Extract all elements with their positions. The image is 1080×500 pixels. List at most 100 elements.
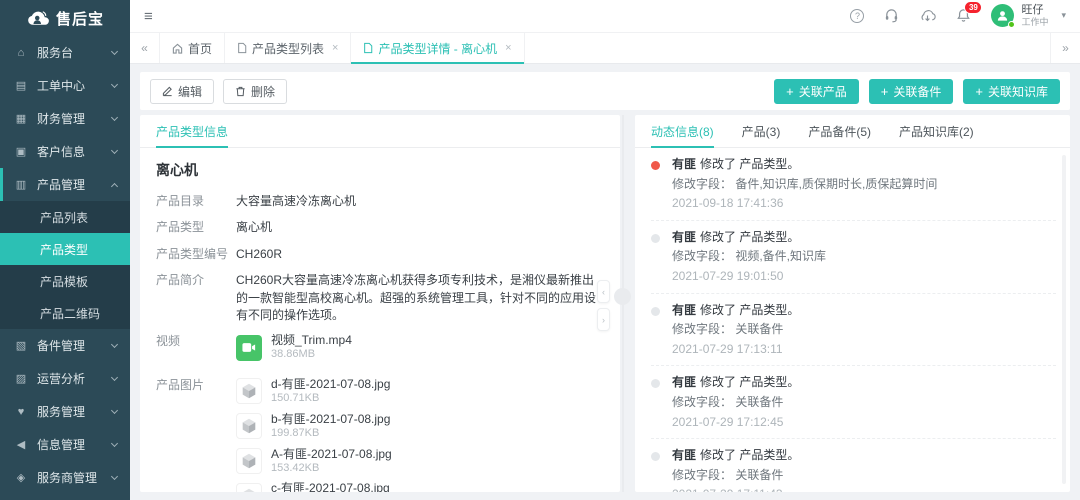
- sidebar-item-label: 备件管理: [37, 337, 103, 354]
- sidebar-item-work-order[interactable]: ▤ 工单中心: [0, 69, 130, 102]
- customer-service-icon[interactable]: [884, 8, 899, 23]
- sidebar-item-product-qrcode[interactable]: 产品二维码: [0, 297, 130, 329]
- delete-button[interactable]: 删除: [223, 79, 287, 104]
- tab-spare-parts[interactable]: 产品备件(5): [808, 115, 871, 147]
- chevron-down-icon: [111, 81, 118, 88]
- activity-action: 修改了 产品类型。: [700, 375, 799, 389]
- app-logo[interactable]: 售后宝: [0, 0, 130, 36]
- activity-action: 修改了 产品类型。: [700, 157, 799, 171]
- tab-label: 首页: [188, 40, 212, 57]
- cloud-download-icon[interactable]: [919, 9, 936, 23]
- activity-entry: 有匪修改了 产品类型。 修改字段： 关联备件 2021-07-29 17:11:…: [651, 439, 1056, 492]
- edit-button[interactable]: 编辑: [150, 79, 214, 104]
- collapse-right-button[interactable]: ›: [597, 308, 610, 331]
- close-tab-icon[interactable]: ×: [505, 42, 511, 54]
- field-label: 视频: [156, 333, 236, 368]
- edit-button-label: 编辑: [178, 83, 202, 100]
- sidebar-item-service-desk[interactable]: ⌂ 服务台: [0, 36, 130, 69]
- field-label: 产品类型编号: [156, 246, 236, 263]
- notification-badge: 39: [964, 1, 982, 14]
- sidebar-item-label: 服务台: [37, 44, 103, 61]
- sidebar: 售后宝 ⌂ 服务台 ▤ 工单中心 ▦ 财务管理 ▣ 客户信息 ▥ 产品管理: [0, 0, 130, 500]
- timeline-dot-icon: [651, 161, 660, 170]
- collapse-left-button[interactable]: ‹: [597, 280, 610, 303]
- notification-bell-icon[interactable]: 39: [956, 8, 971, 23]
- image-file-item[interactable]: A-有匪-2021-07-08.jpg 153.42KB: [236, 447, 604, 476]
- sidebar-item-customer-info[interactable]: ▣ 客户信息: [0, 135, 130, 168]
- file-name: d-有匪-2021-07-08.jpg: [271, 377, 390, 392]
- plus-icon: +: [975, 85, 983, 98]
- tab-activity-feed[interactable]: 动态信息(8): [651, 115, 714, 147]
- chevron-down-icon: [111, 114, 118, 121]
- activity-entry-text: 有匪修改了 产品类型。: [672, 230, 826, 246]
- plus-icon: +: [786, 85, 794, 98]
- activity-entry: 有匪修改了 产品类型。 修改字段： 视频,备件,知识库 2021-07-29 1…: [651, 221, 1056, 294]
- online-status-dot: [1008, 21, 1015, 28]
- chevron-down-icon: [111, 341, 118, 348]
- file-size: 199.87KB: [271, 427, 390, 441]
- field-product-type-code: 产品类型编号 CH260R: [156, 246, 604, 263]
- tab-label: 产品类型详情 - 离心机: [378, 40, 497, 57]
- help-icon[interactable]: ?: [850, 9, 864, 23]
- customer-info-icon: ▣: [14, 145, 28, 158]
- feed-scrollbar[interactable]: [1062, 155, 1066, 484]
- sidebar-item-finance[interactable]: ▦ 财务管理: [0, 102, 130, 135]
- tab-home[interactable]: 首页: [160, 33, 225, 63]
- tab-products[interactable]: 产品(3): [742, 115, 781, 147]
- video-file-icon: [236, 335, 262, 361]
- document-icon: [237, 42, 247, 54]
- sidebar-item-provider-management[interactable]: ◈ 服务商管理: [0, 461, 130, 494]
- link-product-button[interactable]: + 关联产品: [774, 79, 859, 104]
- collapse-menu-icon[interactable]: ≡: [144, 8, 153, 25]
- activity-changed-fields: 修改字段： 关联备件: [672, 395, 799, 411]
- document-icon: [363, 42, 373, 54]
- activity-changed-fields: 修改字段： 关联备件: [672, 322, 799, 338]
- finance-icon: ▦: [14, 112, 28, 125]
- activity-action: 修改了 产品类型。: [700, 448, 799, 462]
- avatar: [991, 4, 1014, 27]
- tabs-scroll-left-icon[interactable]: «: [130, 33, 160, 63]
- plus-icon: +: [881, 85, 889, 98]
- tab-knowledge-base[interactable]: 产品知识库(2): [899, 115, 974, 147]
- field-label: 产品图片: [156, 377, 236, 492]
- tab-label: 产品类型列表: [252, 40, 324, 57]
- field-product-catalog: 产品目录 大容量高速冷冻离心机: [156, 193, 604, 210]
- chevron-down-icon: ▾: [1061, 10, 1066, 21]
- image-file-item[interactable]: c-有匪-2021-07-08.jpg 179.14KB: [236, 481, 604, 492]
- splitter-drag-handle[interactable]: [614, 288, 631, 305]
- activity-entry-text: 有匪修改了 产品类型。: [672, 157, 937, 173]
- video-file-item[interactable]: 视频_Trim.mp4 38.86MB: [236, 333, 604, 362]
- sidebar-item-analytics[interactable]: ▨ 运营分析: [0, 362, 130, 395]
- link-spare-parts-button[interactable]: + 关联备件: [869, 79, 954, 104]
- sidebar-item-product-list[interactable]: 产品列表: [0, 201, 130, 233]
- activity-entry: 有匪修改了 产品类型。 修改字段： 备件,知识库,质保期时长,质保起算时间 20…: [651, 148, 1056, 221]
- tab-product-type-info[interactable]: 产品类型信息: [156, 115, 228, 147]
- panel-collapse-controls: ‹ ›: [597, 280, 610, 331]
- close-tab-icon[interactable]: ×: [332, 42, 338, 54]
- file-size: 38.86MB: [271, 348, 352, 362]
- sidebar-item-label: 财务管理: [37, 110, 103, 127]
- sidebar-item-label: 运营分析: [37, 370, 103, 387]
- sidebar-item-product-management[interactable]: ▥ 产品管理: [0, 168, 130, 201]
- image-file-item[interactable]: b-有匪-2021-07-08.jpg 199.87KB: [236, 412, 604, 441]
- tab-product-type-list[interactable]: 产品类型列表 ×: [225, 33, 351, 63]
- field-value: CH260R大容量高速冷冻离心机获得多项专利技术，是湘仪最新推出的一款智能型高校…: [236, 272, 604, 324]
- link-knowledge-base-button[interactable]: + 关联知识库: [963, 79, 1060, 104]
- activity-user: 有匪: [672, 230, 696, 244]
- activity-feed: 有匪修改了 产品类型。 修改字段： 备件,知识库,质保期时长,质保起算时间 20…: [635, 148, 1070, 492]
- sidebar-item-product-template[interactable]: 产品模板: [0, 265, 130, 297]
- user-menu[interactable]: 旺仔 工作中 ▾: [991, 4, 1066, 28]
- sidebar-item-spare-parts[interactable]: ▧ 备件管理: [0, 329, 130, 362]
- activity-timestamp: 2021-07-29 17:13:11: [672, 342, 799, 358]
- message-management-icon: ◀: [14, 438, 28, 451]
- tab-product-type-detail[interactable]: 产品类型详情 - 离心机 ×: [351, 33, 524, 63]
- user-name: 旺仔: [1021, 4, 1048, 17]
- sidebar-item-message-management[interactable]: ◀ 信息管理: [0, 428, 130, 461]
- image-file-item[interactable]: d-有匪-2021-07-08.jpg 150.71KB: [236, 377, 604, 406]
- product-management-icon: ▥: [14, 178, 28, 191]
- tabs-scroll-right-icon[interactable]: »: [1050, 33, 1080, 63]
- image-thumbnail-icon: [236, 448, 262, 474]
- activity-panel: 动态信息(8) 产品(3) 产品备件(5) 产品知识库(2) 有匪修改了 产品类…: [635, 115, 1070, 492]
- sidebar-item-product-type[interactable]: 产品类型: [0, 233, 130, 265]
- sidebar-item-service-management[interactable]: ♥ 服务管理: [0, 395, 130, 428]
